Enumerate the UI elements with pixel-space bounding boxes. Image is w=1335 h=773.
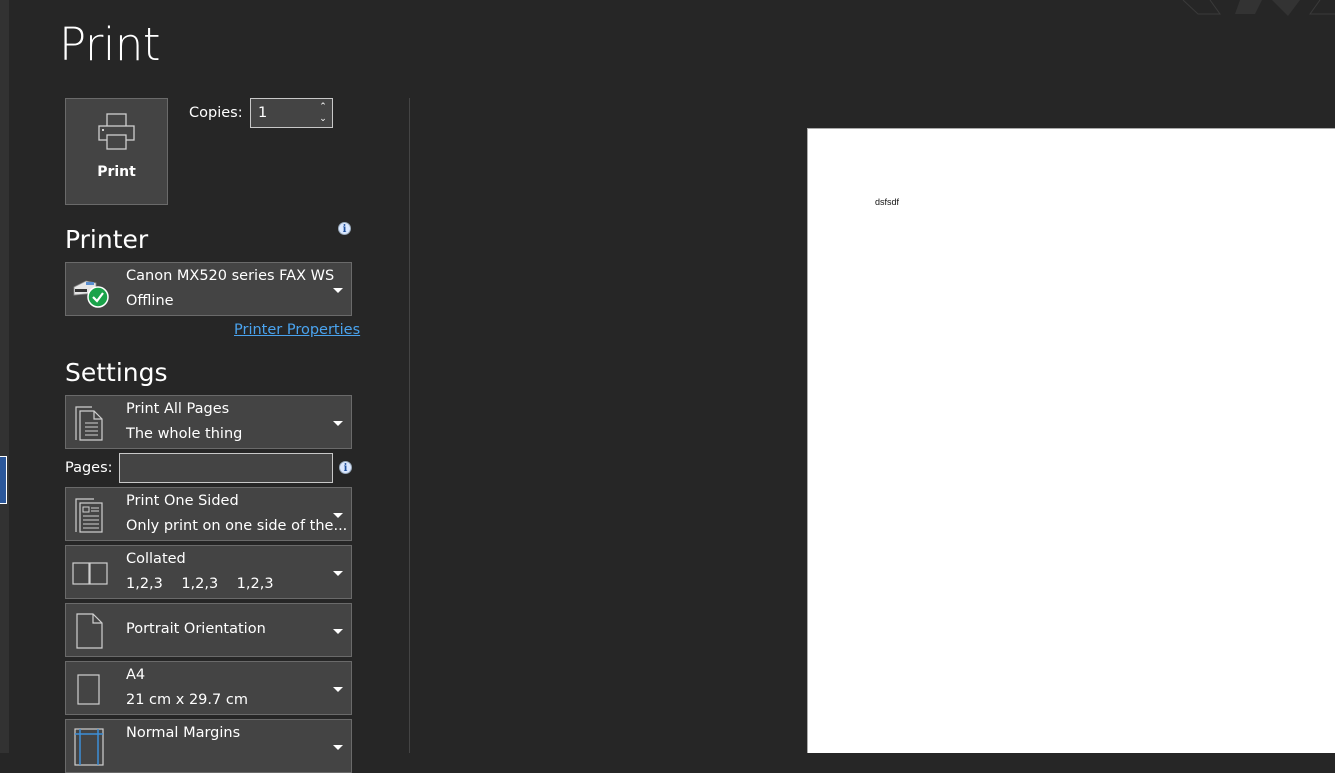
print-button-label: Print — [97, 164, 136, 180]
margins-icon — [74, 728, 104, 766]
copies-label: Copies: — [189, 105, 243, 121]
chevron-down-icon — [333, 629, 343, 634]
collated-icon — [72, 562, 108, 585]
backstage-nav-strip — [0, 0, 9, 753]
print-button[interactable]: Print — [65, 98, 168, 205]
printer-status: Offline — [126, 293, 174, 309]
margins-title: Normal Margins — [126, 725, 241, 741]
chevron-down-icon — [333, 513, 343, 518]
preview-text: dsfsdf — [875, 197, 900, 207]
copies-stepper[interactable]: ⌃ ⌄ — [250, 98, 333, 128]
sides-subtitle: Only print on one side of the... — [126, 518, 348, 534]
paper-size-icon — [77, 674, 100, 705]
pages-label: Pages: — [65, 460, 113, 476]
chevron-down-icon — [333, 288, 343, 293]
print-preview-page: dsfsdf — [807, 128, 1335, 753]
paper-size-subtitle: 21 cm x 29.7 cm — [126, 692, 248, 708]
nav-selected-indicator[interactable] — [0, 456, 7, 504]
settings-heading: Settings — [65, 358, 168, 387]
print-range-subtitle: The whole thing — [126, 426, 243, 442]
printer-dropdown[interactable]: Canon MX520 series FAX WS Offline — [65, 262, 352, 316]
copies-increment-icon[interactable]: ⌃ — [318, 101, 328, 113]
pages-input[interactable] — [119, 453, 333, 483]
printer-properties-link[interactable]: Printer Properties — [234, 322, 360, 338]
chevron-down-icon — [333, 745, 343, 750]
orientation-dropdown[interactable]: Portrait Orientation — [65, 603, 352, 657]
sides-title: Print One Sided — [126, 493, 239, 509]
chevron-down-icon — [333, 571, 343, 576]
print-range-title: Print All Pages — [126, 401, 230, 417]
collation-subtitle: 1,2,3 1,2,3 1,2,3 — [126, 576, 274, 592]
pages-icon — [75, 406, 103, 441]
copies-input[interactable] — [251, 99, 313, 127]
pages-info-icon[interactable]: i — [339, 461, 352, 474]
sides-dropdown[interactable]: Print One Sided Only print on one side o… — [65, 487, 352, 541]
fax-printer-ready-icon — [73, 280, 109, 308]
printer-name: Canon MX520 series FAX WS — [126, 268, 335, 284]
portrait-icon — [76, 613, 103, 649]
print-range-dropdown[interactable]: Print All Pages The whole thing — [65, 395, 352, 449]
paper-size-dropdown[interactable]: A4 21 cm x 29.7 cm — [65, 661, 352, 715]
page-title: Print — [59, 18, 161, 71]
printer-icon — [98, 113, 135, 150]
chevron-down-icon — [333, 421, 343, 426]
copies-decrement-icon[interactable]: ⌄ — [318, 113, 328, 125]
collation-title: Collated — [126, 551, 186, 567]
chevron-down-icon — [333, 687, 343, 692]
printer-heading: Printer — [65, 225, 149, 254]
panel-divider — [409, 98, 410, 753]
paper-size-title: A4 — [126, 667, 146, 683]
orientation-title: Portrait Orientation — [126, 621, 266, 637]
decorative-pattern — [1182, 0, 1335, 16]
margins-dropdown[interactable]: Normal Margins — [65, 719, 352, 773]
printer-info-icon[interactable]: i — [338, 222, 351, 235]
one-sided-icon — [75, 498, 103, 533]
collation-dropdown[interactable]: Collated 1,2,3 1,2,3 1,2,3 — [65, 545, 352, 599]
